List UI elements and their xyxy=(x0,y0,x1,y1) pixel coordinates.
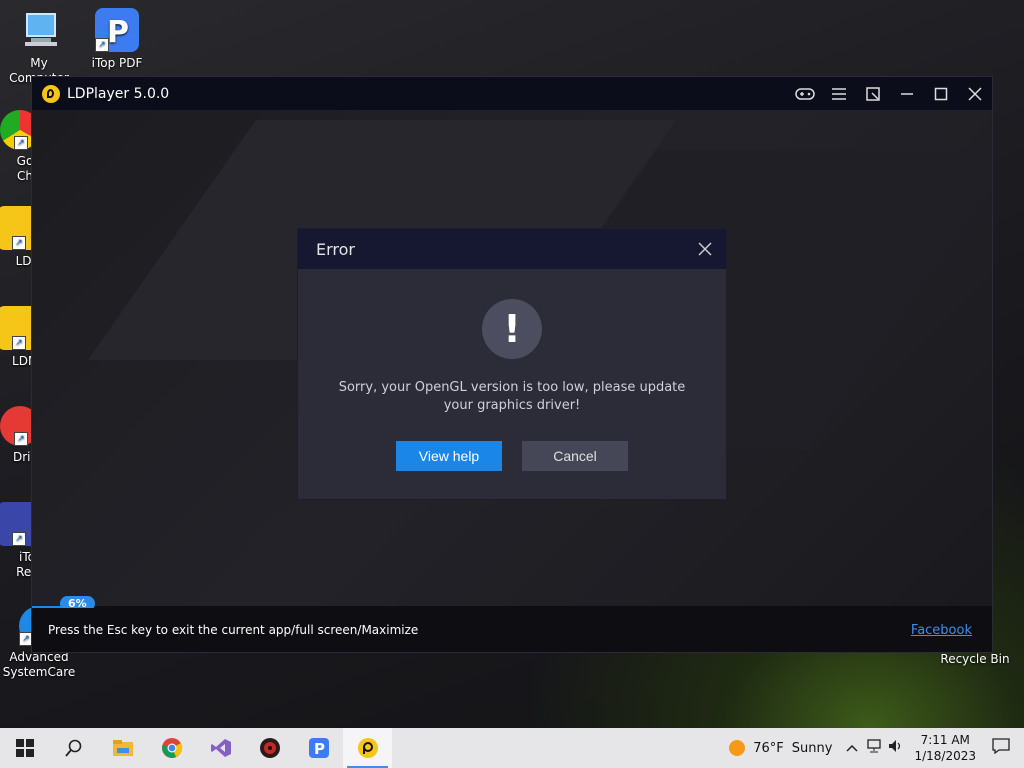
start-icon[interactable] xyxy=(0,728,49,768)
chrome-icon[interactable] xyxy=(147,728,196,768)
system-tray: 76°F Sunny 7:11 AM 1/18/2023 xyxy=(729,728,1024,768)
svg-text:P: P xyxy=(314,740,325,758)
shortcut-arrow-icon: ↗ xyxy=(95,38,109,52)
window-controls xyxy=(788,77,992,110)
status-text: Press the Esc key to exit the current ap… xyxy=(48,623,419,637)
shortcut-arrow-icon: ↗ xyxy=(12,236,26,250)
view-help-button[interactable]: View help xyxy=(396,441,502,471)
desktop-icon-itop-pdf[interactable]: P ↗ iTop PDF xyxy=(79,8,155,71)
svg-text:P: P xyxy=(107,15,129,50)
status-bar: Press the Esc key to exit the current ap… xyxy=(32,608,992,652)
desktop-icon-label: Advanced SystemCare xyxy=(2,650,76,679)
facebook-link[interactable]: Facebook xyxy=(911,623,972,638)
clock[interactable]: 7:11 AM 1/18/2023 xyxy=(914,732,976,764)
itop-pdf-icon[interactable]: P xyxy=(294,728,343,768)
itop-pdf-icon: P ↗ xyxy=(95,8,139,52)
desktop-icon-label: iTop PDF xyxy=(91,56,143,70)
clock-time: 7:11 AM xyxy=(920,733,970,747)
desktop-icon-label: Recycle Bin xyxy=(940,652,1010,666)
alert-icon: ! xyxy=(482,299,542,359)
chevron-up-icon[interactable] xyxy=(846,741,858,756)
dialog-title: Error xyxy=(316,239,355,259)
desktop-icon-recycle-bin[interactable]: Recycle Bin xyxy=(937,652,1013,667)
shortcut-arrow-icon: ↗ xyxy=(12,336,26,350)
volume-icon[interactable] xyxy=(888,739,904,757)
weather-temp[interactable]: 76°F xyxy=(753,741,784,756)
shortcut-arrow-icon: ↗ xyxy=(14,432,28,446)
cancel-button[interactable]: Cancel xyxy=(522,441,628,471)
error-dialog: Error ! Sorry, your OpenGL version is to… xyxy=(298,229,726,499)
game-icon[interactable] xyxy=(245,728,294,768)
computer-icon xyxy=(17,8,61,52)
maximize-icon[interactable] xyxy=(924,77,958,110)
gamepad-icon[interactable] xyxy=(788,77,822,110)
shortcut-arrow-icon: ↗ xyxy=(12,532,26,546)
menu-icon[interactable] xyxy=(822,77,856,110)
notification-icon[interactable] xyxy=(992,738,1010,758)
resize-icon[interactable] xyxy=(856,77,890,110)
weather-sun-icon[interactable] xyxy=(729,740,746,756)
dialog-close-icon[interactable] xyxy=(696,240,714,258)
window-title: LDPlayer 5.0.0 xyxy=(67,85,170,102)
clock-date: 1/18/2023 xyxy=(914,749,976,763)
ldplayer-logo-icon xyxy=(42,84,60,103)
taskbar: P 76°F Sunny 7:11 AM 1/18/2023 xyxy=(0,728,1024,768)
file-explorer-icon[interactable] xyxy=(98,728,147,768)
desktop-icon-my-computer[interactable]: My Computer xyxy=(1,8,77,86)
weather-text[interactable]: Sunny xyxy=(792,741,833,756)
visual-studio-icon[interactable] xyxy=(196,728,245,768)
minimize-icon[interactable] xyxy=(890,77,924,110)
network-icon[interactable] xyxy=(866,739,882,757)
dialog-header[interactable]: Error xyxy=(298,229,726,269)
window-titlebar[interactable]: LDPlayer 5.0.0 xyxy=(32,77,992,110)
close-icon[interactable] xyxy=(958,77,992,110)
dialog-message: Sorry, your OpenGL version is too low, p… xyxy=(338,380,686,413)
ldplayer-icon[interactable] xyxy=(343,728,392,768)
shortcut-arrow-icon: ↗ xyxy=(14,136,28,150)
search-icon[interactable] xyxy=(49,728,98,768)
dialog-buttons: View help Cancel xyxy=(298,441,726,471)
